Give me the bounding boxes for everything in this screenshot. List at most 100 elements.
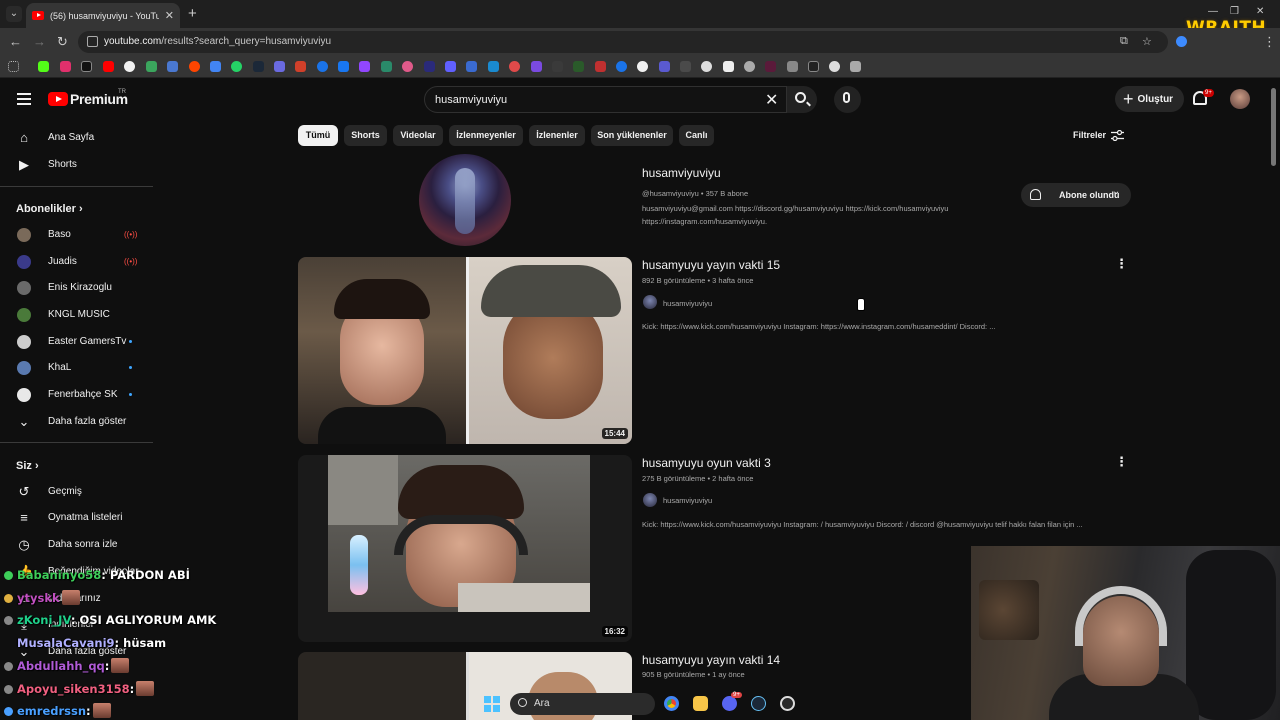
steam-icon[interactable] xyxy=(751,696,766,711)
chip-videos[interactable]: Videolar xyxy=(393,125,443,146)
chrome-icon[interactable] xyxy=(664,696,679,711)
chip-watched[interactable]: İzlenenler xyxy=(529,125,585,146)
bookmark-icon[interactable] xyxy=(552,61,563,72)
sidebar-show-more[interactable]: ⌄ Daha fazla göster xyxy=(0,409,155,435)
back-arrow-icon[interactable]: ← xyxy=(9,34,22,49)
bookmark-star-icon[interactable]: ☆ xyxy=(1142,35,1152,48)
chip-shorts[interactable]: Shorts xyxy=(344,125,387,146)
channel-result-name[interactable]: husamviyuviyu xyxy=(642,166,721,180)
app-icon[interactable] xyxy=(780,696,795,711)
filters-button[interactable]: Filtreler xyxy=(1073,130,1106,140)
bookmark-icon[interactable] xyxy=(765,61,776,72)
search-input[interactable]: husamviyuviyu ✕ xyxy=(424,86,787,113)
subscriptions-header[interactable]: Abonelikler › xyxy=(16,203,83,215)
reload-icon[interactable]: ↻ xyxy=(57,34,68,50)
minimize-button[interactable]: — xyxy=(1208,6,1218,17)
bookmark-icon[interactable] xyxy=(167,61,178,72)
video-channel-avatar[interactable] xyxy=(643,493,657,507)
address-bar[interactable]: youtube.com/results?search_query=husamvi… xyxy=(78,31,1168,53)
bookmark-icon[interactable] xyxy=(146,61,157,72)
bookmark-facebook-icon[interactable] xyxy=(338,61,349,72)
bookmark-icon[interactable] xyxy=(317,61,328,72)
sidebar-item-subscription[interactable]: KNGL MUSIC xyxy=(0,302,155,328)
chip-recently-uploaded[interactable]: Son yüklenenler xyxy=(591,125,673,146)
video-title[interactable]: husamyuyu yayın vakti 15 xyxy=(642,258,780,272)
bookmark-icon[interactable] xyxy=(595,61,606,72)
bookmark-icon[interactable] xyxy=(295,61,306,72)
bookmark-icon[interactable] xyxy=(381,61,392,72)
bookmark-icon[interactable] xyxy=(274,61,285,72)
bookmark-icon[interactable] xyxy=(701,61,712,72)
menu-icon[interactable] xyxy=(17,93,31,105)
bookmark-icon[interactable] xyxy=(659,61,670,72)
sidebar-item-subscription[interactable]: Easter GamersTv xyxy=(0,329,155,355)
bookmark-icon[interactable] xyxy=(573,61,584,72)
more-options-icon[interactable]: ⋮ xyxy=(1115,256,1128,272)
browser-menu-icon[interactable]: ⋮ xyxy=(1263,34,1276,50)
browser-tab-youtube[interactable]: (56) husamviyuviyu - YouTube ✕ xyxy=(26,3,180,28)
bookmark-twitch-icon[interactable] xyxy=(359,61,370,72)
video-thumbnail[interactable]: 15:44 xyxy=(298,257,632,444)
sidebar-item-watch-later[interactable]: ◷ Daha sonra izle xyxy=(0,532,155,558)
sidebar-item-subscription[interactable]: Enis Kirazoglu xyxy=(0,275,155,301)
video-title[interactable]: husamyuyu oyun vakti 3 xyxy=(642,456,771,470)
bookmark-icon[interactable] xyxy=(829,61,840,72)
sidebar-item-subscription[interactable]: Juadis ((•)) xyxy=(0,249,155,275)
bookmark-icon[interactable] xyxy=(488,61,499,72)
channel-result-avatar[interactable] xyxy=(419,154,511,246)
video-channel-name[interactable]: husamviyuviyu xyxy=(663,299,712,308)
bookmark-icon[interactable] xyxy=(787,61,798,72)
bookmark-x-icon[interactable] xyxy=(81,61,92,72)
apps-grid-icon[interactable] xyxy=(8,61,19,72)
bookmark-icon[interactable] xyxy=(723,61,734,72)
bookmark-whatsapp-icon[interactable] xyxy=(231,61,242,72)
clear-search-icon[interactable]: ✕ xyxy=(765,90,778,110)
subscribed-button[interactable]: Abone olundu ⌄ xyxy=(1021,183,1131,207)
new-tab-button[interactable]: + xyxy=(188,5,197,22)
close-window-button[interactable]: ✕ xyxy=(1256,6,1264,17)
site-info-icon[interactable] xyxy=(87,36,98,47)
discord-icon[interactable] xyxy=(722,696,737,711)
bookmark-icon[interactable] xyxy=(445,61,456,72)
bookmark-icon[interactable] xyxy=(509,61,520,72)
sidebar-item-history[interactable]: ↺ Geçmiş xyxy=(0,479,155,505)
bookmark-icon[interactable] xyxy=(850,61,861,72)
install-app-icon[interactable]: ⧉ xyxy=(1120,35,1128,48)
bookmark-icon[interactable] xyxy=(744,61,755,72)
youtube-logo-icon[interactable] xyxy=(48,92,68,106)
bookmark-instagram-icon[interactable] xyxy=(60,61,71,72)
you-header[interactable]: Siz › xyxy=(16,460,39,472)
windows-start-icon[interactable] xyxy=(484,696,500,712)
more-options-icon[interactable]: ⋮ xyxy=(1115,454,1128,470)
sidebar-item-subscription[interactable]: Fenerbahçe SK xyxy=(0,382,155,408)
video-channel-name[interactable]: husamviyuviyu xyxy=(663,496,712,505)
file-explorer-icon[interactable] xyxy=(693,696,708,711)
close-tab-icon[interactable]: ✕ xyxy=(165,9,174,22)
sidebar-item-home[interactable]: ⌂ Ana Sayfa xyxy=(0,125,155,151)
chip-live[interactable]: Canlı xyxy=(679,125,714,146)
filters-icon[interactable] xyxy=(1111,130,1124,141)
bookmark-icon[interactable] xyxy=(808,61,819,72)
bookmark-icon[interactable] xyxy=(637,61,648,72)
create-button[interactable]: + Oluştur xyxy=(1115,86,1184,112)
sidebar-item-shorts[interactable]: ▶ Shorts xyxy=(0,152,155,178)
bookmark-icon[interactable] xyxy=(531,61,542,72)
sidebar-item-playlists[interactable]: ≡ Oynatma listeleri xyxy=(0,505,155,531)
bookmark-youtube-icon[interactable] xyxy=(103,61,114,72)
sidebar-item-subscription[interactable]: Baso ((•)) xyxy=(0,222,155,248)
account-avatar[interactable] xyxy=(1230,89,1250,109)
page-scrollbar[interactable] xyxy=(1271,88,1276,166)
bookmark-icon[interactable] xyxy=(616,61,627,72)
maximize-button[interactable]: ❐ xyxy=(1230,6,1239,17)
bookmark-reddit-icon[interactable] xyxy=(189,61,200,72)
extension-icon[interactable] xyxy=(1176,36,1187,47)
video-channel-avatar[interactable] xyxy=(643,295,657,309)
sidebar-item-subscription[interactable]: KhaL xyxy=(0,355,155,381)
chip-all[interactable]: Tümü xyxy=(298,125,338,146)
tab-search-button[interactable]: ⌄ xyxy=(6,6,22,22)
forward-arrow-icon[interactable]: → xyxy=(33,34,46,49)
microphone-icon[interactable] xyxy=(843,92,850,103)
bookmark-icon[interactable] xyxy=(466,61,477,72)
taskbar-search[interactable]: Ara xyxy=(510,693,655,715)
search-icon[interactable] xyxy=(795,92,806,103)
